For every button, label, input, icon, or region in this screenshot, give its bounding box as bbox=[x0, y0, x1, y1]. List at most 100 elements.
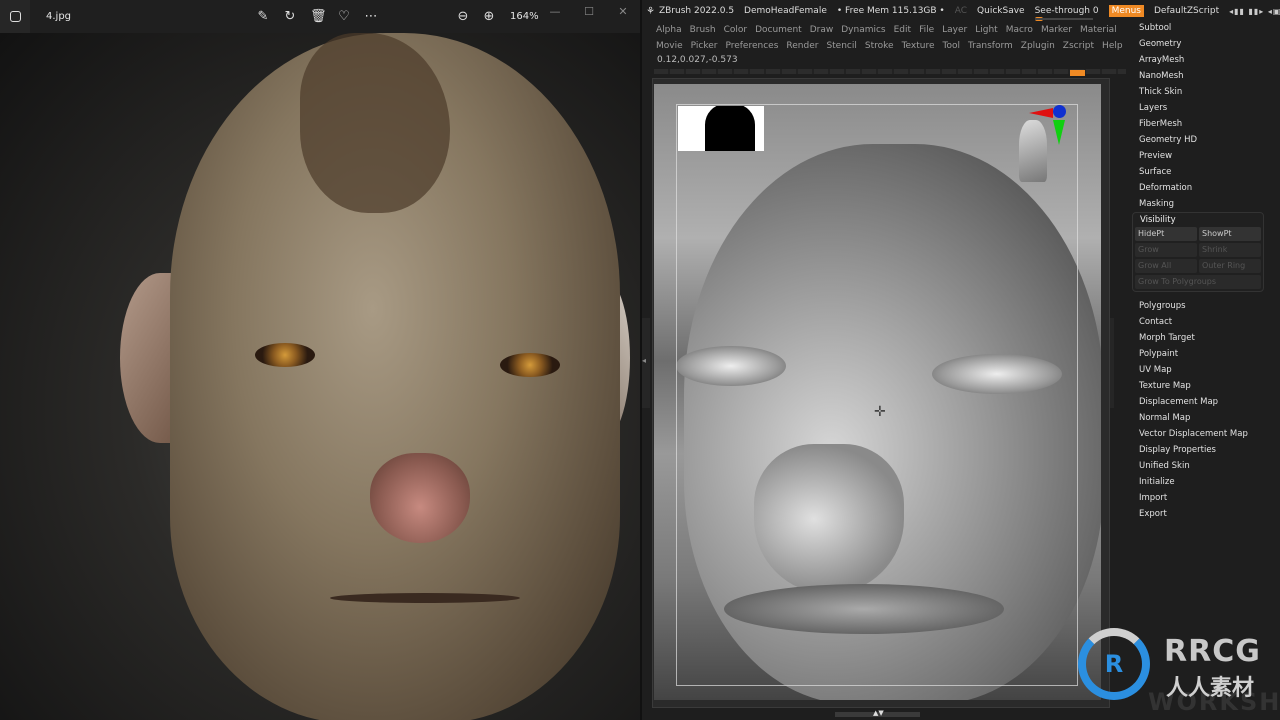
layout-icons[interactable]: ◂▮▮ ▮▮▸ ◂▣ ▣▸ bbox=[1229, 7, 1280, 16]
palette-uv-map[interactable]: UV Map bbox=[1134, 362, 1280, 378]
menu-macro[interactable]: Macro bbox=[1002, 22, 1037, 38]
menu-edit[interactable]: Edit bbox=[890, 22, 915, 38]
palette-unified-skin[interactable]: Unified Skin bbox=[1134, 458, 1280, 474]
palette-masking[interactable]: Masking bbox=[1134, 196, 1280, 212]
menu-dynamics[interactable]: Dynamics bbox=[837, 22, 889, 38]
palette-thick-skin[interactable]: Thick Skin bbox=[1134, 84, 1280, 100]
palette-normal-map[interactable]: Normal Map bbox=[1134, 410, 1280, 426]
navigation-gizmo[interactable] bbox=[989, 102, 1069, 192]
palette-displacement-map[interactable]: Displacement Map bbox=[1134, 394, 1280, 410]
menu-marker[interactable]: Marker bbox=[1037, 22, 1076, 38]
left-tray-handle[interactable]: ◂ bbox=[642, 318, 650, 408]
gizmo-head-icon bbox=[1019, 120, 1047, 182]
rotate-icon[interactable]: ↻ bbox=[283, 0, 297, 33]
menu-material[interactable]: Material bbox=[1076, 22, 1121, 38]
document-canvas[interactable]: ✛ bbox=[654, 84, 1101, 700]
menu-file[interactable]: File bbox=[915, 22, 938, 38]
photos-app-icon bbox=[0, 0, 30, 33]
palette-export[interactable]: Export bbox=[1134, 506, 1280, 522]
app-version: ZBrush 2022.0.5 bbox=[658, 6, 735, 16]
photo-nose bbox=[370, 453, 470, 543]
palette-geometry[interactable]: Geometry bbox=[1134, 36, 1280, 52]
palette-arraymesh[interactable]: ArrayMesh bbox=[1134, 52, 1280, 68]
edit-image-icon[interactable]: ✎ bbox=[256, 0, 270, 33]
zoom-level[interactable]: 164% bbox=[510, 11, 539, 22]
quicksave-button[interactable]: QuickSave bbox=[977, 6, 1025, 16]
photo-mouth bbox=[330, 593, 520, 603]
zbrush-logo-icon: ⚘ bbox=[646, 5, 655, 17]
favorite-icon[interactable]: ♡ bbox=[337, 0, 351, 33]
palette-contact[interactable]: Contact bbox=[1134, 314, 1280, 330]
palette-import[interactable]: Import bbox=[1134, 490, 1280, 506]
menu-color[interactable]: Color bbox=[720, 22, 752, 38]
zbrush-titlebar: ⚘ ZBrush 2022.0.5 DemoHeadFemale • Free … bbox=[642, 0, 1280, 22]
palette-polygroups[interactable]: Polygroups bbox=[1134, 298, 1280, 314]
zoom-out-icon[interactable]: ⊖ bbox=[456, 0, 470, 33]
see-through-slider[interactable]: See-through 0 bbox=[1034, 6, 1099, 21]
palette-morph-target[interactable]: Morph Target bbox=[1134, 330, 1280, 346]
menu-render[interactable]: Render bbox=[782, 38, 822, 54]
more-icon[interactable]: ⋯ bbox=[364, 0, 378, 33]
menu-help[interactable]: Help bbox=[1098, 38, 1127, 54]
menu-alpha[interactable]: Alpha bbox=[652, 22, 686, 38]
visibility-title[interactable]: Visibility bbox=[1135, 213, 1261, 227]
ac-indicator: AC bbox=[954, 6, 968, 16]
menu-document[interactable]: Document bbox=[751, 22, 806, 38]
document-name: DemoHeadFemale bbox=[744, 6, 827, 16]
palette-geometry-hd[interactable]: Geometry HD bbox=[1134, 132, 1280, 148]
palette-surface[interactable]: Surface bbox=[1134, 164, 1280, 180]
menu-zplugin[interactable]: Zplugin bbox=[1017, 38, 1059, 54]
free-memory: • Free Mem 115.13GB • bbox=[836, 6, 945, 16]
menu-brush[interactable]: Brush bbox=[686, 22, 720, 38]
logo-letters: R bbox=[1104, 650, 1124, 678]
zoom-in-icon[interactable]: ⊕ bbox=[482, 0, 496, 33]
palette-preview[interactable]: Preview bbox=[1134, 148, 1280, 164]
grow-button: Grow bbox=[1135, 243, 1197, 257]
tray-arrow-icon: ◂ bbox=[642, 356, 647, 365]
menu-bar-row-2: Movie Picker Preferences Render Stencil … bbox=[652, 38, 1127, 54]
brush-cursor-icon: ✛ bbox=[874, 404, 886, 420]
palette-polypaint[interactable]: Polypaint bbox=[1134, 346, 1280, 362]
showpt-button[interactable]: ShowPt bbox=[1199, 227, 1261, 241]
menu-tool[interactable]: Tool bbox=[939, 38, 964, 54]
watermark-subtitle: 人人素材 bbox=[1166, 676, 1255, 701]
maximize-button[interactable]: ☐ bbox=[572, 0, 606, 33]
menu-stroke[interactable]: Stroke bbox=[861, 38, 898, 54]
close-button[interactable]: ✕ bbox=[606, 0, 640, 33]
palette-fibermesh[interactable]: FiberMesh bbox=[1134, 116, 1280, 132]
palette-texture-map[interactable]: Texture Map bbox=[1134, 378, 1280, 394]
z-axis-icon bbox=[1053, 105, 1066, 118]
palette-nanomesh[interactable]: NanoMesh bbox=[1134, 68, 1280, 84]
file-name: 4.jpg bbox=[46, 11, 72, 22]
menu-preferences[interactable]: Preferences bbox=[721, 38, 782, 54]
delete-icon[interactable]: 🗑 bbox=[310, 0, 327, 33]
palette-vector-displacement-map[interactable]: Vector Displacement Map bbox=[1134, 426, 1280, 442]
default-zscript-button[interactable]: DefaultZScript bbox=[1154, 6, 1219, 16]
menu-transform[interactable]: Transform bbox=[964, 38, 1017, 54]
menu-texture[interactable]: Texture bbox=[898, 38, 939, 54]
menu-zscript[interactable]: Zscript bbox=[1059, 38, 1098, 54]
tray-toggle-icon: ▲▼ bbox=[873, 709, 884, 717]
watermark-brand: RRCG bbox=[1164, 634, 1261, 669]
menu-draw[interactable]: Draw bbox=[806, 22, 838, 38]
menu-light[interactable]: Light bbox=[971, 22, 1001, 38]
minimize-button[interactable]: — bbox=[538, 0, 572, 33]
hidept-button[interactable]: HidePt bbox=[1135, 227, 1197, 241]
reference-photo bbox=[0, 33, 640, 720]
menu-stencil[interactable]: Stencil bbox=[822, 38, 860, 54]
photo-viewer-window: 4.jpg ✎ ↻ 🗑 ♡ ⋯ ⊖ ⊕ 164% — ☐ ✕ bbox=[0, 0, 640, 720]
palette-layers[interactable]: Layers bbox=[1134, 100, 1280, 116]
menu-movie[interactable]: Movie bbox=[652, 38, 687, 54]
shrink-button: Shrink bbox=[1199, 243, 1261, 257]
menus-toggle[interactable]: Menus bbox=[1108, 5, 1144, 17]
menu-picker[interactable]: Picker bbox=[687, 38, 722, 54]
palette-deformation[interactable]: Deformation bbox=[1134, 180, 1280, 196]
viewer-toolbar: ✎ ↻ 🗑 ♡ ⋯ bbox=[256, 0, 378, 33]
palette-initialize[interactable]: Initialize bbox=[1134, 474, 1280, 490]
zoom-controls: ⊖ ⊕ 164% bbox=[456, 0, 539, 33]
palette-subtool[interactable]: Subtool bbox=[1134, 20, 1280, 36]
menu-layer[interactable]: Layer bbox=[938, 22, 971, 38]
palette-display-properties[interactable]: Display Properties bbox=[1134, 442, 1280, 458]
bottom-tray-handle[interactable]: ▲▼ bbox=[835, 709, 920, 717]
visibility-panel: Visibility HidePt ShowPt Grow Shrink Gro… bbox=[1132, 212, 1264, 292]
